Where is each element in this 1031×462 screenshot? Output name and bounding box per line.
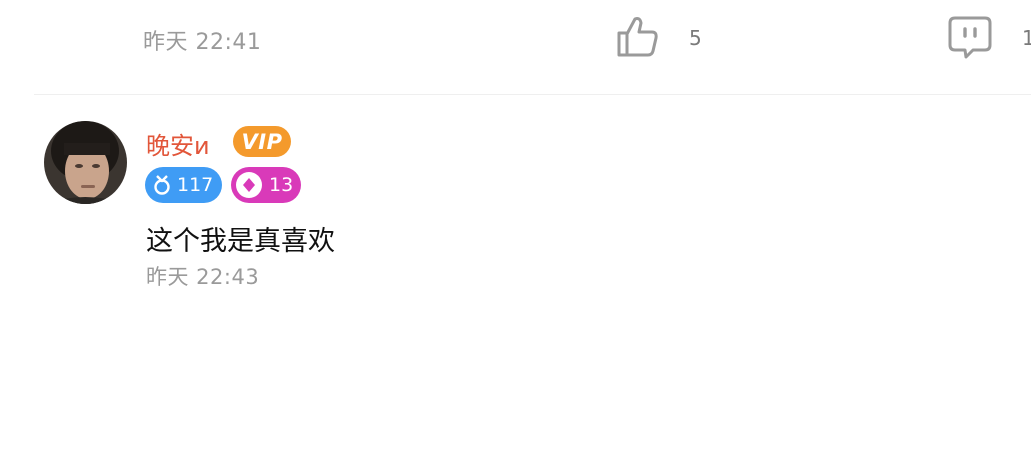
thumbs-up-icon [615, 13, 661, 63]
reply-count: 1 [1022, 26, 1031, 50]
reply-button[interactable] [944, 14, 996, 64]
username[interactable]: 晚安и [146, 126, 210, 161]
comment-bubble-icon [947, 15, 993, 63]
comment-time: 昨天 22:43 [146, 265, 260, 289]
level-icon [152, 174, 172, 196]
fan-badge: 13 [231, 167, 301, 203]
avatar[interactable] [44, 121, 127, 204]
like-button[interactable] [612, 12, 664, 64]
divider [34, 94, 1031, 95]
like-count: 5 [689, 26, 702, 50]
fan-diamond-icon [236, 172, 262, 198]
comment-text: 这个我是真喜欢 [146, 226, 335, 257]
fan-level-value: 13 [269, 174, 294, 196]
previous-comment-time: 昨天 22:41 [143, 30, 262, 55]
level-badge: 117 [145, 167, 222, 203]
vip-badge: VIP [233, 126, 291, 157]
level-value: 117 [177, 174, 214, 196]
